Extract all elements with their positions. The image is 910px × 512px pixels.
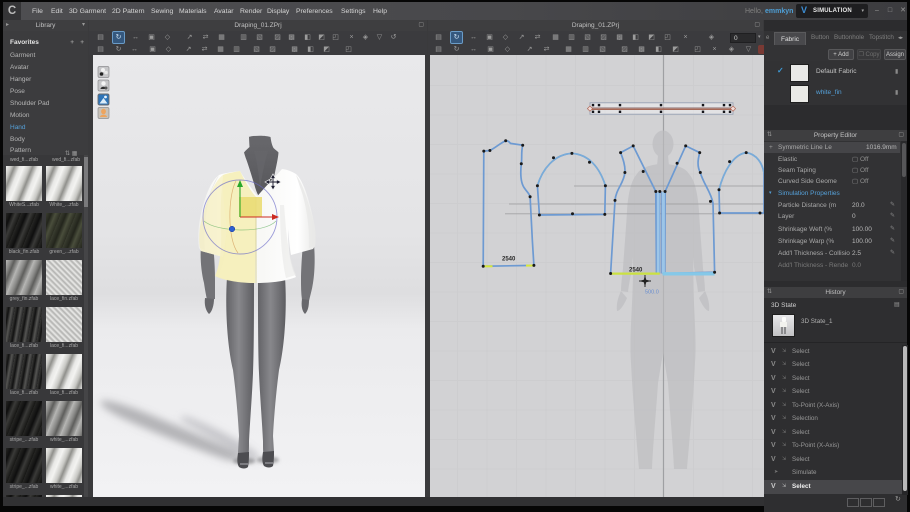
svg-text:500.0: 500.0	[645, 290, 659, 296]
svg-text:2540: 2540	[629, 268, 643, 274]
svg-text:2540: 2540	[502, 257, 516, 263]
